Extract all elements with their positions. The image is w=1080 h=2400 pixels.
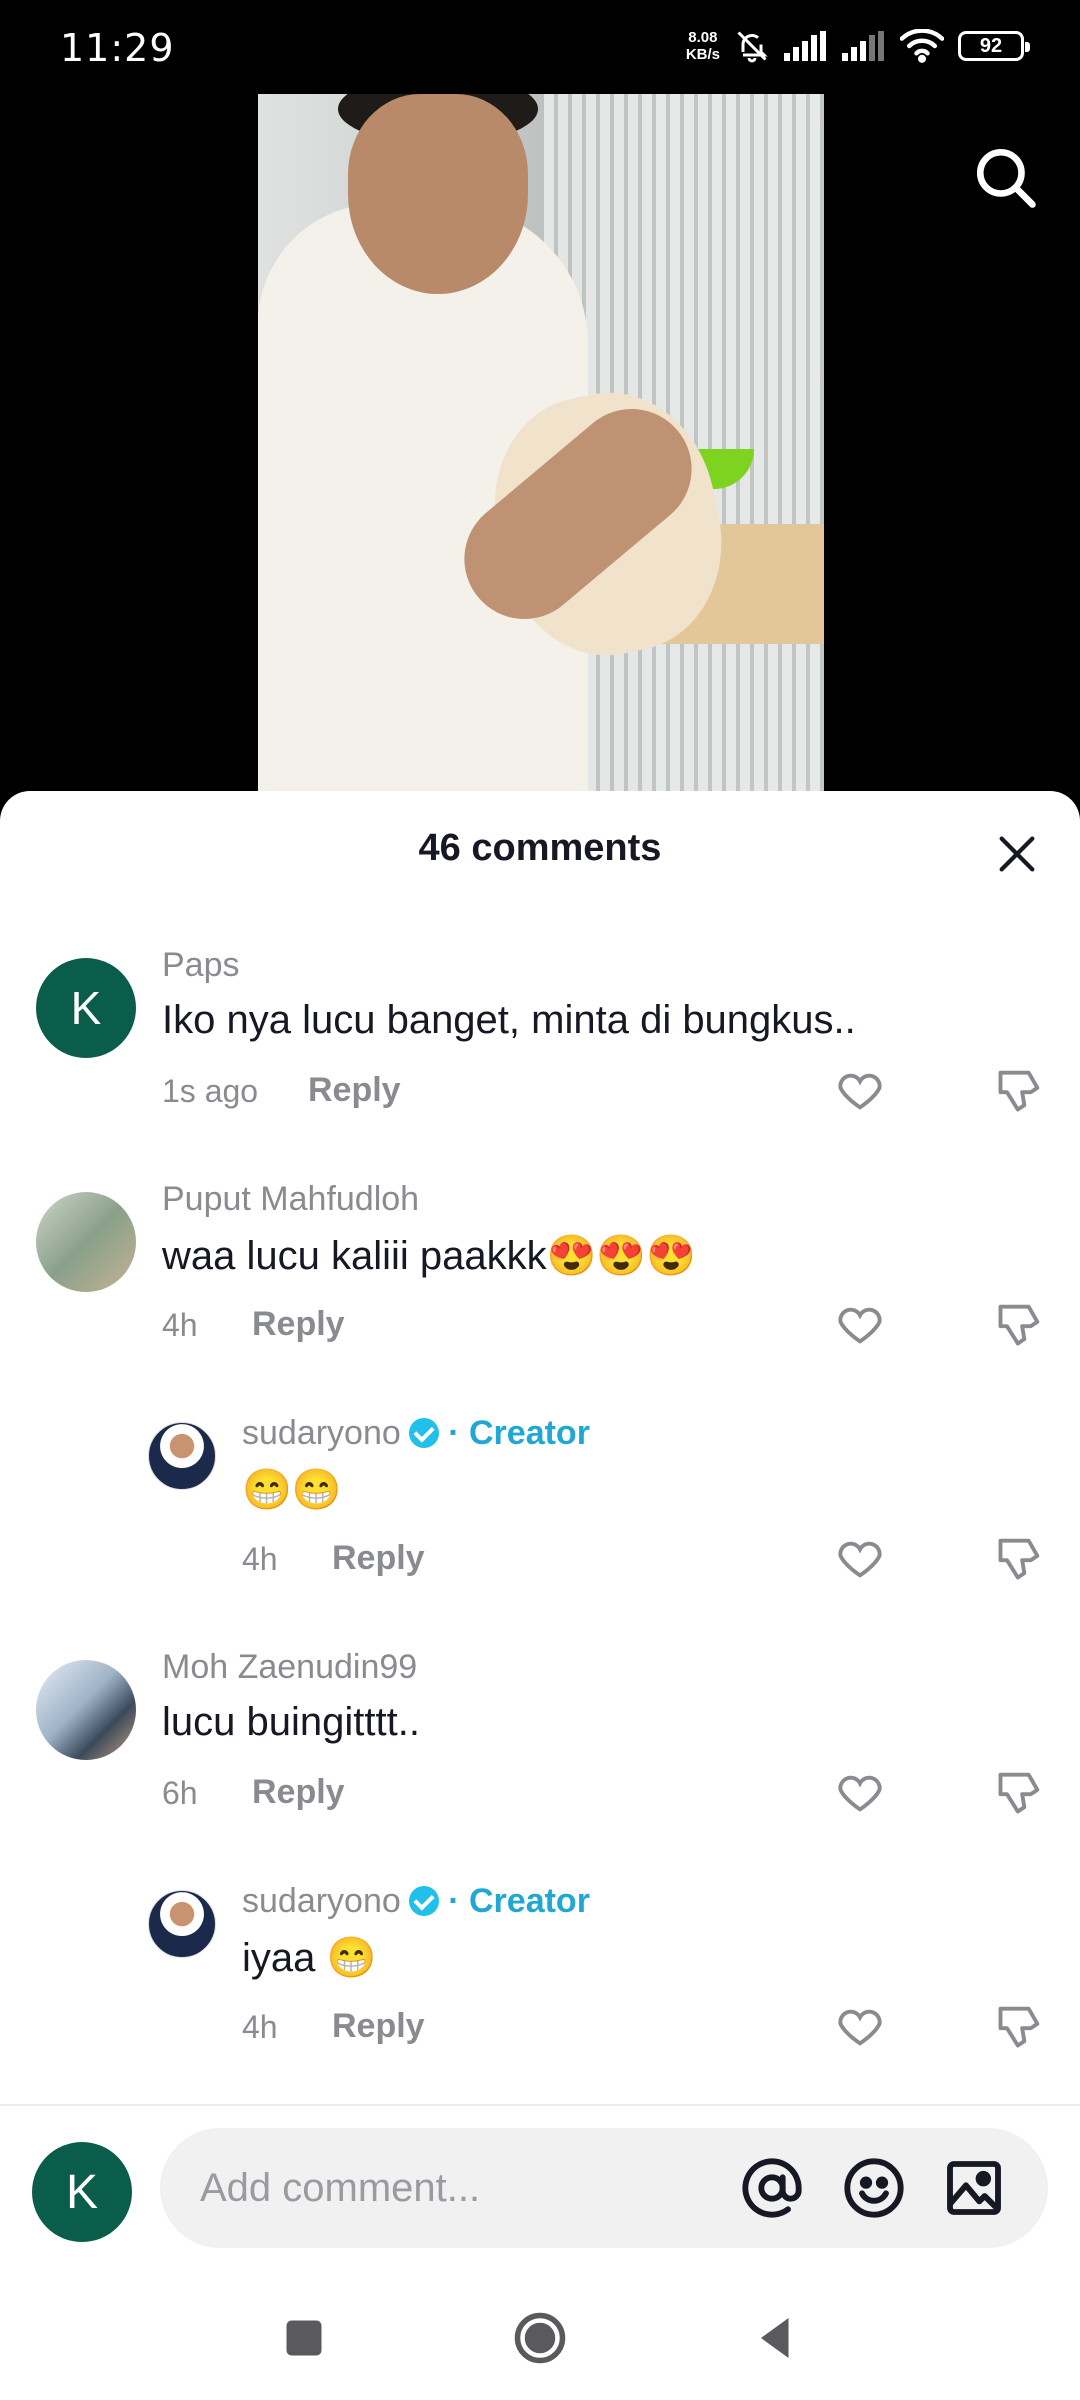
reply-button[interactable]: Reply [252, 1773, 345, 1812]
comment-time: 4h [242, 1541, 278, 1577]
home-icon[interactable] [510, 2308, 570, 2368]
heart-icon[interactable] [834, 1766, 886, 1818]
battery-icon: 92 [958, 31, 1030, 61]
heart-icon[interactable] [834, 1064, 886, 1116]
reply-button[interactable]: Reply [332, 1539, 425, 1578]
heart-icon[interactable] [834, 2000, 886, 2052]
verified-badge-icon [408, 1418, 439, 1448]
search-icon[interactable] [972, 144, 1038, 210]
network-speed: 8.08 KB/s [685, 29, 720, 63]
avatar[interactable] [36, 1660, 136, 1760]
comment-time: 1s ago [162, 1073, 259, 1109]
avatar[interactable] [148, 1890, 216, 1958]
back-icon[interactable] [746, 2308, 806, 2368]
comment-text: lucu buingitttt.. [162, 1700, 420, 1744]
reply-button[interactable]: Reply [252, 1305, 345, 1344]
dislike-icon[interactable] [994, 1298, 1046, 1350]
wifi-icon [900, 29, 944, 63]
dislike-icon[interactable] [994, 2000, 1046, 2052]
image-icon[interactable] [942, 2156, 1006, 2220]
comment-text: 😁😁 [242, 1468, 342, 1512]
comment-time: 6h [162, 1775, 198, 1811]
creator-tag: · Creator [448, 1882, 590, 1920]
comment-composer [160, 2128, 1048, 2248]
comment-username[interactable]: Paps [162, 946, 240, 985]
dislike-icon[interactable] [994, 1532, 1046, 1584]
dislike-icon[interactable] [994, 1766, 1046, 1818]
emoji-icon[interactable] [842, 2156, 906, 2220]
video-head [348, 94, 528, 294]
comment-time: 4h [162, 1307, 198, 1343]
verified-badge-icon [408, 1886, 439, 1916]
comment-text: waa lucu kaliii paakkk😍😍😍 [162, 1234, 697, 1278]
comment-username[interactable]: sudaryono · Creator [242, 1414, 590, 1453]
reply-button[interactable]: Reply [308, 1071, 401, 1110]
composer-avatar: K [32, 2142, 132, 2242]
video-player[interactable] [258, 94, 824, 810]
close-icon[interactable] [994, 831, 1040, 877]
comment-text: iyaa 😁 [242, 1936, 377, 1980]
signal-icon [784, 31, 826, 61]
reply-button[interactable]: Reply [332, 2007, 425, 2046]
avatar[interactable]: K [36, 958, 136, 1058]
system-nav-bar [0, 2270, 1080, 2400]
comment-username[interactable]: Moh Zaenudin99 [162, 1648, 417, 1687]
status-icons: 8.08 KB/s 92 [685, 28, 1030, 64]
signal-icon [842, 31, 884, 61]
avatar[interactable] [148, 1422, 216, 1490]
heart-icon[interactable] [834, 1298, 886, 1350]
comment-username[interactable]: Puput Mahfudloh [162, 1180, 419, 1219]
comment-input[interactable] [200, 2158, 700, 2218]
recents-icon[interactable] [274, 2308, 334, 2368]
divider [0, 2104, 1080, 2106]
comments-count-title: 46 comments [418, 827, 662, 869]
comment-text: Iko nya lucu banget, minta di bungkus.. [162, 998, 856, 1042]
dislike-icon[interactable] [994, 1064, 1046, 1116]
bell-off-icon [737, 31, 768, 63]
avatar[interactable] [36, 1192, 136, 1292]
heart-icon[interactable] [834, 1532, 886, 1584]
mention-icon[interactable] [740, 2156, 804, 2220]
status-bar: 11:29 8.08 KB/s 92 [0, 0, 1080, 96]
comment-time: 4h [242, 2009, 278, 2045]
creator-tag: · Creator [448, 1414, 590, 1452]
status-time: 11:29 [60, 26, 175, 70]
comment-username[interactable]: sudaryono · Creator [242, 1882, 590, 1921]
